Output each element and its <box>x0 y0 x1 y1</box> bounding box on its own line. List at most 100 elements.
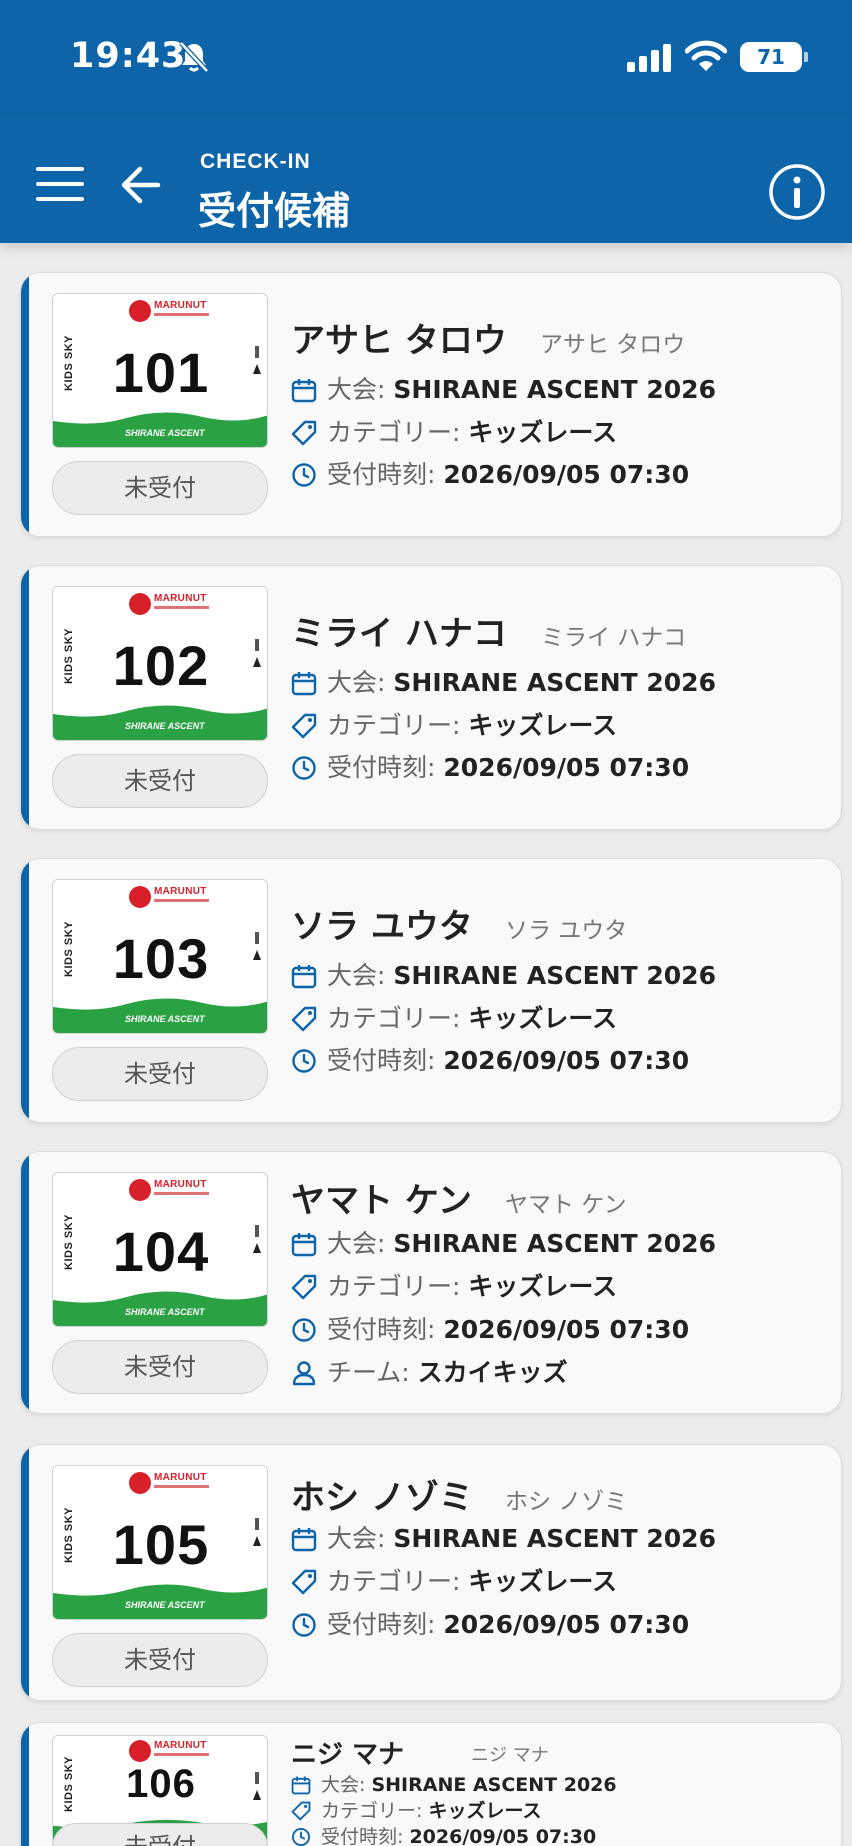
entry-card[interactable]: MARUNUT KIDS SKY 106 SHIRANE ASCENT 未受付 … <box>20 1722 842 1846</box>
tag-icon <box>291 713 317 739</box>
event-label: 大会: <box>327 668 386 697</box>
event-value: SHIRANE ASCENT 2026 <box>393 1524 716 1553</box>
checkin-status-button[interactable]: 未受付 <box>52 1047 268 1101</box>
battery-indicator: 71 <box>740 42 802 72</box>
brand-logo: MARUNUT <box>129 591 211 617</box>
checkin-status-button[interactable]: 未受付 <box>52 461 268 515</box>
page-subtitle: CHECK-IN <box>200 150 311 173</box>
race-logo: SHIRANE ASCENT <box>125 721 205 731</box>
wifi-icon <box>685 40 727 71</box>
info-icon[interactable] <box>768 163 826 221</box>
bib-mark-icon <box>253 346 261 374</box>
bib-number: 102 <box>112 634 210 697</box>
entrant-name: ミライ ハナコ <box>291 614 507 654</box>
race-logo: SHIRANE ASCENT <box>125 1307 205 1317</box>
time-value: 2026/09/05 07:30 <box>443 1315 690 1344</box>
time-value: 2026/09/05 07:30 <box>409 1826 597 1846</box>
battery-tip <box>804 52 808 62</box>
person-icon <box>292 1361 316 1386</box>
brand-logo: MARUNUT <box>129 1738 211 1764</box>
category-label: カテゴリー: <box>321 1800 423 1822</box>
category-value: キッズレース <box>428 1800 542 1822</box>
entrant-name: ニジ マナ <box>291 1740 405 1770</box>
entrant-name: ホシ ノゾミ <box>291 1478 473 1518</box>
calendar-icon <box>291 965 317 989</box>
signal-icon <box>627 44 671 72</box>
tag-icon <box>291 1801 311 1821</box>
bib-number: 104 <box>112 1220 210 1283</box>
event-value: SHIRANE ASCENT 2026 <box>393 1229 716 1258</box>
category-label: カテゴリー: <box>327 1567 461 1596</box>
app-bar: CHECK-IN 受付候補 <box>0 115 852 243</box>
entry-card[interactable]: MARUNUT KIDS SKY 102 SHIRANE ASCENT 未受付 … <box>20 565 842 830</box>
race-logo: SHIRANE ASCENT <box>125 1600 205 1610</box>
calendar-icon <box>291 1776 311 1795</box>
event-value: SHIRANE ASCENT 2026 <box>393 668 716 697</box>
calendar-icon <box>291 1233 317 1257</box>
status-time: 19:43 <box>70 36 187 76</box>
menu-icon[interactable] <box>34 165 86 203</box>
checkin-status-button[interactable]: 未受付 <box>52 1633 268 1687</box>
calendar-icon <box>291 672 317 696</box>
mountain-graphic <box>53 998 267 1033</box>
time-label: 受付時刻: <box>327 753 436 782</box>
clock-icon <box>292 756 316 780</box>
team-label: チーム: <box>327 1358 410 1387</box>
mountain-graphic <box>53 412 267 447</box>
tag-icon <box>291 1274 317 1300</box>
category-value: キッズレース <box>468 711 618 740</box>
clock-icon <box>292 1828 310 1846</box>
bib-mark-icon <box>253 639 261 667</box>
category-value: キッズレース <box>468 1272 618 1301</box>
category-label: カテゴリー: <box>327 418 461 447</box>
clock-icon <box>292 1049 316 1073</box>
brand-logo: MARUNUT <box>129 1177 211 1203</box>
event-value: SHIRANE ASCENT 2026 <box>393 961 716 990</box>
checkin-status-button[interactable]: 未受付 <box>52 754 268 808</box>
mountain-graphic <box>53 705 267 740</box>
tag-icon <box>291 1569 317 1595</box>
category-value: キッズレース <box>468 418 618 447</box>
clock-icon <box>292 1613 316 1637</box>
category-value: キッズレース <box>468 1567 618 1596</box>
category-label: カテゴリー: <box>327 1272 461 1301</box>
checkin-status-button[interactable]: 未受付 <box>52 1340 268 1394</box>
time-label: 受付時刻: <box>327 460 436 489</box>
entrant-kana: アサヒ タロウ <box>540 332 686 358</box>
event-value: SHIRANE ASCENT 2026 <box>393 375 716 404</box>
time-label: 受付時刻: <box>327 1315 436 1344</box>
time-label: 受付時刻: <box>327 1046 436 1075</box>
time-label: 受付時刻: <box>321 1826 404 1846</box>
brand-logo: MARUNUT <box>129 298 211 324</box>
bib-image: MARUNUT KIDS SKY 104 SHIRANE ASCENT <box>52 1172 268 1327</box>
brand-logo: MARUNUT <box>129 1470 211 1496</box>
race-logo: SHIRANE ASCENT <box>125 428 205 438</box>
entry-card[interactable]: MARUNUT KIDS SKY 105 SHIRANE ASCENT 未受付 … <box>20 1444 842 1701</box>
category-value: キッズレース <box>468 1004 618 1033</box>
bib-number: 106 <box>126 1762 196 1806</box>
checkin-status-button[interactable]: 未受付 <box>52 1823 268 1846</box>
entrant-kana: ソラ ユウタ <box>505 918 628 944</box>
back-arrow-icon[interactable] <box>118 165 162 205</box>
entrant-name: アサヒ タロウ <box>291 321 507 361</box>
bib-number: 101 <box>112 341 210 404</box>
event-label: 大会: <box>321 1774 366 1796</box>
entrant-kana: ヤマト ケン <box>505 1192 627 1218</box>
mountain-graphic <box>53 1584 267 1619</box>
entry-card[interactable]: MARUNUT KIDS SKY 101 SHIRANE ASCENT 未受付 … <box>20 272 842 537</box>
event-label: 大会: <box>327 1524 386 1553</box>
entrant-name: ソラ ユウタ <box>291 907 473 947</box>
time-value: 2026/09/05 07:30 <box>443 1610 690 1639</box>
calendar-icon <box>291 379 317 403</box>
calendar-icon <box>291 1528 317 1552</box>
bib-number: 105 <box>112 1513 210 1576</box>
mountain-graphic <box>53 1291 267 1326</box>
entry-card[interactable]: MARUNUT KIDS SKY 104 SHIRANE ASCENT 未受付 … <box>20 1151 842 1414</box>
entrant-kana: ニジ マナ <box>471 1745 549 1766</box>
category-label: カテゴリー: <box>327 1004 461 1033</box>
bib-mark-icon <box>253 1225 261 1253</box>
event-label: 大会: <box>327 1229 386 1258</box>
event-label: 大会: <box>327 375 386 404</box>
entrant-name: ヤマト ケン <box>291 1181 472 1221</box>
entry-card[interactable]: MARUNUT KIDS SKY 103 SHIRANE ASCENT 未受付 … <box>20 858 842 1123</box>
